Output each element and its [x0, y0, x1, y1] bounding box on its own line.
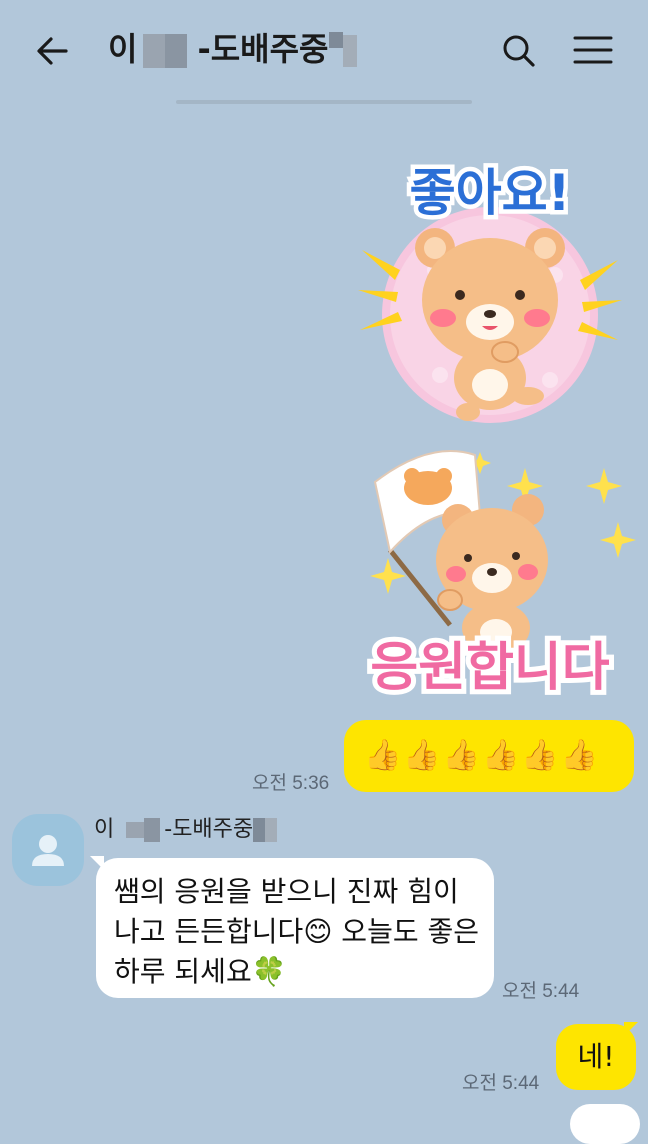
title-middle: -도배주중 — [197, 30, 329, 68]
search-icon — [503, 35, 535, 67]
redacted-block — [342, 35, 357, 67]
thumbs-up-emoji-row: 👍👍👍👍👍👍 — [364, 738, 601, 773]
chat-header: 이 -도배주중 — [0, 0, 648, 100]
message-divider — [176, 100, 472, 104]
sticker-like-bear[interactable]: 좋아요! — [340, 140, 640, 430]
avatar[interactable] — [12, 814, 84, 886]
redacted-block — [328, 32, 343, 48]
my-message-bubble-thumbs[interactable]: 👍👍👍👍👍👍 — [344, 720, 634, 792]
sticker-cheer-bear[interactable]: 응원합니다 — [350, 440, 640, 710]
redacted-block — [126, 822, 145, 838]
redacted-block — [165, 34, 188, 68]
menu-button[interactable] — [570, 28, 616, 74]
reply-text: 네! — [577, 1040, 615, 1073]
other-message-bubble[interactable]: 쌤의 응원을 받으니 진짜 힘이 나고 든든합니다😊 오늘도 좋은 하루 되세요… — [96, 858, 494, 998]
message-timestamp: 오전 5:44 — [502, 981, 580, 1002]
bear-cheer-sticker-image: 응원합니다 — [365, 450, 636, 703]
search-button[interactable] — [496, 28, 542, 74]
message-text: 쌤의 응원을 받으니 진짜 힘이 나고 든든합니다😊 오늘도 좋은 하루 되세요… — [114, 875, 480, 988]
redacted-block — [143, 34, 166, 68]
redacted-block — [144, 818, 161, 842]
sticker-cheer-text: 응원합니다 — [370, 638, 609, 698]
my-message-bubble-reply[interactable]: 네! — [556, 1024, 636, 1090]
bottom-bubble-peek — [570, 1104, 640, 1144]
sticker-like-text: 좋아요! — [410, 164, 571, 222]
sender-prefix: 이 — [94, 817, 115, 842]
message-timestamp: 오전 5:44 — [462, 1073, 540, 1094]
title-prefix: 이 — [108, 30, 138, 68]
redacted-block — [265, 818, 278, 842]
hamburger-menu-icon — [573, 36, 613, 64]
default-profile-icon — [32, 835, 64, 866]
sender-name: 이 -도배주중 — [94, 812, 278, 848]
back-button[interactable] — [30, 28, 76, 74]
chat-title: 이 -도배주중 — [108, 26, 357, 72]
bear-like-sticker-image: 좋아요! — [358, 160, 622, 423]
sender-middle: -도배주중 — [164, 817, 254, 842]
message-timestamp: 오전 5:36 — [252, 773, 330, 794]
arrow-left-icon — [37, 37, 68, 65]
redacted-block — [253, 818, 266, 842]
